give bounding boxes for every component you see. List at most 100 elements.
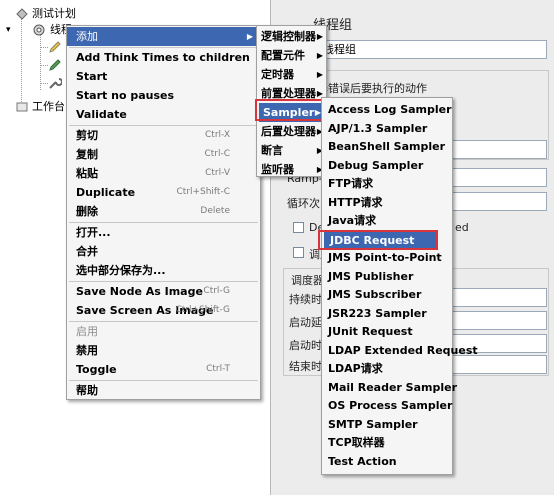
submenu-item-timer[interactable]: 定时器 ▶ bbox=[257, 65, 326, 84]
menu-item-duplicate[interactable]: Duplicate Ctrl+Shift-C bbox=[67, 183, 260, 202]
scheduler-checkbox[interactable] bbox=[293, 247, 304, 258]
context-menu: 添加 ▶ Add Think Times to children Start S… bbox=[66, 25, 261, 400]
menu-item-label: 断言 bbox=[261, 144, 283, 157]
submenu-item-pre-processor[interactable]: 前置处理器 ▶ bbox=[257, 84, 326, 103]
sampler-item-smtp[interactable]: SMTP Sampler bbox=[322, 415, 452, 434]
menu-item-disable[interactable]: 禁用 bbox=[67, 341, 260, 360]
menu-item-merge[interactable]: 合并 bbox=[67, 242, 260, 261]
menu-item-label: HTTP请求 bbox=[328, 195, 383, 209]
menu-item-help[interactable]: 帮助 bbox=[67, 381, 260, 400]
delay-checkbox[interactable] bbox=[293, 222, 304, 233]
menu-item-label: JMS Point-to-Point bbox=[328, 251, 442, 264]
menu-item-add-think-times[interactable]: Add Think Times to children bbox=[67, 48, 260, 67]
sampler-item-beanshell[interactable]: BeanShell Sampler bbox=[322, 137, 452, 156]
submenu-item-listener[interactable]: 监听器 ▶ bbox=[257, 160, 326, 179]
tree-branch bbox=[40, 47, 48, 48]
menu-item-label: Debug Sampler bbox=[328, 158, 424, 172]
tree-node-workbench[interactable]: 工作台 bbox=[32, 99, 65, 115]
sampler-item-jms-subscriber[interactable]: JMS Subscriber bbox=[322, 285, 452, 304]
menu-item-paste[interactable]: 粘贴 Ctrl-V bbox=[67, 164, 260, 183]
sampler-item-mail-reader[interactable]: Mail Reader Sampler bbox=[322, 378, 457, 397]
menu-item-label: OS Process Sampler bbox=[328, 399, 453, 412]
tree-branch bbox=[40, 83, 48, 84]
menu-item-open[interactable]: 打开... bbox=[67, 223, 260, 242]
name-field-value: 线程组 bbox=[323, 43, 356, 56]
menu-item-shortcut: Ctrl-T bbox=[206, 364, 230, 374]
menu-item-label: 复制 bbox=[76, 148, 98, 161]
pen-icon[interactable] bbox=[48, 58, 62, 72]
menu-item-start-no-pauses[interactable]: Start no pauses bbox=[67, 86, 260, 105]
tree-node-label: 测试计划 bbox=[32, 7, 76, 20]
menu-item-label: Toggle bbox=[76, 363, 117, 376]
menu-item-label: 粘贴 bbox=[76, 167, 98, 180]
menu-item-label: Sampler bbox=[263, 106, 315, 119]
sampler-item-java[interactable]: Java请求 bbox=[322, 211, 452, 230]
sampler-item-debug[interactable]: Debug Sampler bbox=[322, 156, 452, 175]
sampler-item-junit[interactable]: JUnit Request bbox=[322, 322, 452, 341]
menu-item-label: 选中部分保存为... bbox=[76, 264, 166, 277]
sampler-item-jms-p2p[interactable]: JMS Point-to-Point bbox=[322, 248, 452, 267]
submenu-item-config-element[interactable]: 配置元件 ▶ bbox=[257, 46, 326, 65]
menu-item-label: Validate bbox=[76, 108, 127, 121]
submenu-arrow-icon: ▶ bbox=[246, 32, 253, 41]
menu-item-label: SMTP Sampler bbox=[328, 417, 418, 431]
menu-item-label: Mail Reader Sampler bbox=[328, 380, 458, 394]
menu-item-shortcut: Ctrl-G bbox=[203, 286, 230, 296]
sampler-item-tcp[interactable]: TCP取样器 bbox=[322, 433, 452, 452]
submenu-item-assertion[interactable]: 断言 ▶ bbox=[257, 141, 326, 160]
sampler-item-ldap-extended[interactable]: LDAP Extended Request bbox=[322, 341, 478, 360]
menu-item-label: FTP请求 bbox=[328, 177, 374, 190]
menu-item-label: Java请求 bbox=[328, 214, 377, 227]
submenu-item-logic-controller[interactable]: 逻辑控制器 ▶ bbox=[257, 27, 326, 46]
menu-item-validate[interactable]: Validate bbox=[67, 105, 260, 124]
menu-item-label: 定时器 bbox=[261, 68, 294, 81]
menu-item-label: JUnit Request bbox=[328, 325, 413, 338]
menu-item-label: 打开... bbox=[76, 226, 111, 239]
menu-item-label: 逻辑控制器 bbox=[261, 30, 316, 43]
sampler-item-http[interactable]: HTTP请求 bbox=[322, 193, 452, 212]
menu-item-start[interactable]: Start bbox=[67, 67, 260, 86]
sampler-submenu: Access Log Sampler AJP/1.3 Sampler BeanS… bbox=[321, 97, 478, 475]
menu-item-label: LDAP请求 bbox=[328, 362, 383, 375]
submenu-arrow-icon: ▶ bbox=[316, 70, 323, 79]
menu-item-copy[interactable]: 复制 Ctrl-C bbox=[67, 145, 260, 164]
menu-item-save-screen-image[interactable]: Save Screen As Image Ctrl+Shift-G bbox=[67, 301, 260, 320]
sampler-item-jms-publisher[interactable]: JMS Publisher bbox=[322, 267, 452, 286]
start-time-label: 启动时 bbox=[289, 339, 322, 352]
menu-item-save-node-image[interactable]: Save Node As Image Ctrl-G bbox=[67, 282, 260, 301]
submenu-item-post-processor[interactable]: 后置处理器 ▶ bbox=[257, 122, 326, 141]
menu-item-cut[interactable]: 剪切 Ctrl-X bbox=[67, 126, 260, 145]
pencil-icon[interactable] bbox=[48, 40, 62, 54]
collapse-icon[interactable]: ▾ bbox=[6, 23, 20, 37]
menu-item-label: Test Action bbox=[328, 454, 397, 468]
sampler-item-ajp[interactable]: AJP/1.3 Sampler bbox=[322, 119, 452, 138]
sampler-item-jsr223[interactable]: JSR223 Sampler bbox=[322, 304, 452, 323]
sampler-item-ldap[interactable]: LDAP请求 bbox=[322, 359, 452, 378]
sampler-item-ftp[interactable]: FTP请求 bbox=[322, 174, 452, 193]
name-field[interactable]: 线程组 bbox=[319, 40, 547, 59]
sampler-item-test-action[interactable]: Test Action bbox=[322, 452, 452, 471]
submenu-item-sampler[interactable]: Sampler ▶ bbox=[259, 103, 324, 122]
menu-item-label: Start bbox=[76, 70, 108, 83]
startup-delay-label: 启动延 bbox=[289, 316, 322, 329]
menu-item-delete[interactable]: 删除 Delete bbox=[67, 202, 260, 221]
wrench-icon[interactable] bbox=[48, 76, 63, 90]
menu-item-add[interactable]: 添加 ▶ bbox=[67, 27, 260, 46]
menu-item-shortcut: Ctrl-V bbox=[205, 168, 230, 178]
sampler-item-os-process[interactable]: OS Process Sampler bbox=[322, 396, 452, 415]
test-plan-icon bbox=[15, 7, 29, 21]
menu-item-label: Add Think Times to children bbox=[76, 51, 250, 64]
menu-item-save-selection-as[interactable]: 选中部分保存为... bbox=[67, 261, 260, 280]
menu-item-enable: 启用 bbox=[67, 322, 260, 341]
menu-item-label: 合并 bbox=[76, 245, 98, 258]
error-action-label: 器错误后要执行的动作 bbox=[317, 82, 427, 95]
submenu-arrow-icon: ▶ bbox=[316, 51, 323, 60]
menu-item-toggle[interactable]: Toggle Ctrl-T bbox=[67, 360, 260, 379]
menu-item-label: 帮助 bbox=[76, 384, 98, 397]
menu-item-label: JSR223 Sampler bbox=[328, 306, 427, 320]
scheduler-config-label: 调度器 bbox=[291, 274, 324, 287]
menu-item-label: JMS Publisher bbox=[328, 269, 414, 283]
tree-node-test-plan[interactable]: 测试计划 bbox=[32, 6, 76, 22]
sampler-item-access-log[interactable]: Access Log Sampler bbox=[322, 100, 452, 119]
menu-item-label: LDAP Extended Request bbox=[328, 343, 478, 357]
